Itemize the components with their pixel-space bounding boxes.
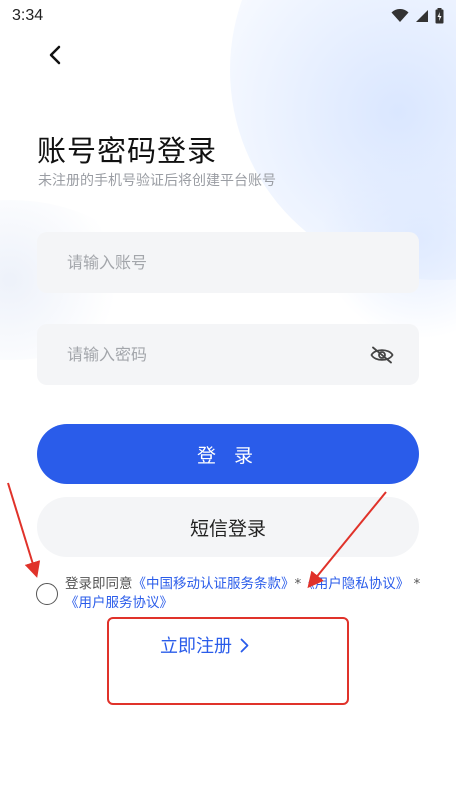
account-field-container bbox=[37, 232, 419, 293]
password-input[interactable] bbox=[67, 345, 369, 364]
agreement-prefix: 登录即同意 bbox=[65, 576, 133, 592]
agreement-row: 登录即同意《中国移动认证服务条款》*《用户隐私协议》 *《用户服务协议》 bbox=[36, 575, 428, 613]
annotation-highlight-box bbox=[107, 617, 349, 705]
background-decoration bbox=[0, 0, 456, 811]
back-button[interactable] bbox=[40, 40, 70, 70]
page-subtitle: 未注册的手机号验证后将创建平台账号 bbox=[38, 173, 276, 189]
wifi-icon bbox=[391, 9, 409, 22]
register-label: 立即注册 bbox=[160, 636, 232, 657]
status-bar: 3:34 bbox=[0, 0, 456, 32]
battery-icon bbox=[435, 8, 444, 24]
register-link[interactable]: 立即注册 bbox=[160, 632, 249, 658]
password-field-container bbox=[37, 324, 419, 385]
signal-icon bbox=[416, 10, 428, 22]
cmcc-terms-link[interactable]: 《中国移动认证服务条款》 bbox=[133, 576, 295, 592]
chevron-left-icon bbox=[49, 45, 61, 65]
login-button[interactable]: 登 录 bbox=[37, 424, 419, 484]
agreement-checkbox[interactable] bbox=[36, 583, 58, 605]
agreement-text: 登录即同意《中国移动认证服务条款》*《用户隐私协议》 *《用户服务协议》 bbox=[65, 575, 428, 613]
page-title: 账号密码登录 bbox=[37, 134, 218, 168]
privacy-policy-link[interactable]: 《用户隐私协议》 bbox=[301, 576, 409, 592]
chevron-right-icon bbox=[240, 638, 249, 652]
sms-login-button[interactable]: 短信登录 bbox=[37, 497, 419, 557]
account-input[interactable] bbox=[67, 253, 395, 272]
user-service-agreement-link[interactable]: 《用户服务协议》 bbox=[65, 595, 173, 611]
status-time: 3:34 bbox=[12, 7, 44, 24]
annotation-arrows bbox=[7, 482, 387, 589]
eye-off-icon bbox=[370, 346, 394, 363]
annotation-arrow-left bbox=[7, 482, 41, 578]
agreement-separator: * bbox=[413, 576, 421, 592]
password-visibility-toggle[interactable] bbox=[369, 342, 395, 368]
status-icons bbox=[391, 8, 444, 24]
